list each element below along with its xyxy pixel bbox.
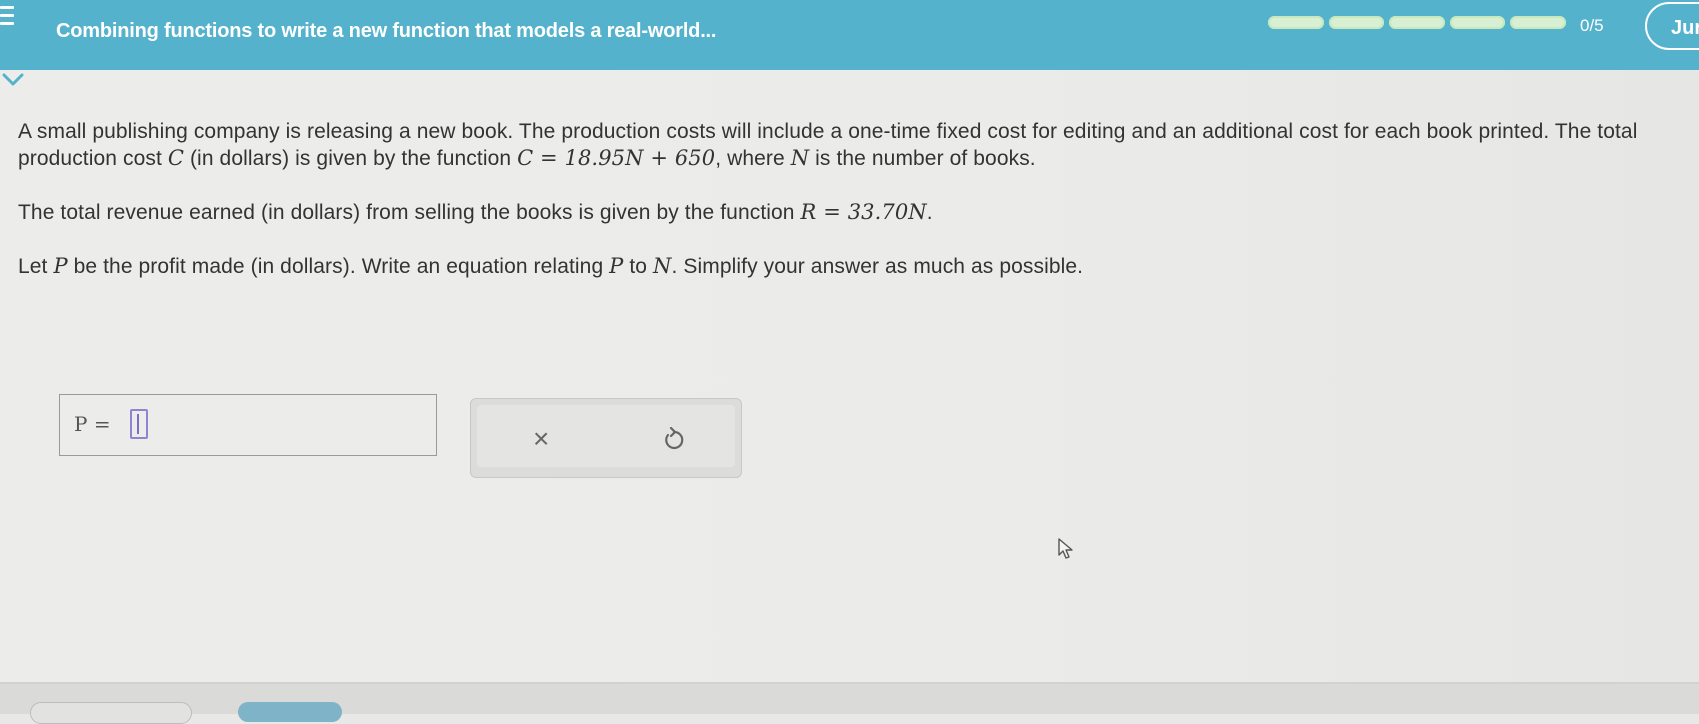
- chevron-down-icon[interactable]: [2, 72, 24, 88]
- answer-box[interactable]: P =: [59, 394, 437, 456]
- text: The total revenue earned (in dollars) fr…: [18, 201, 801, 224]
- text: .: [926, 201, 933, 224]
- menu-icon[interactable]: [0, 6, 18, 28]
- mouse-cursor-icon: [1058, 538, 1073, 559]
- math-var: N: [790, 146, 810, 170]
- math-equation: C = 18.95N + 650: [517, 146, 716, 170]
- jump-button[interactable]: Jur: [1645, 2, 1699, 50]
- answer-tools: ×: [470, 398, 742, 478]
- problem-statement: A small publishing company is releasing …: [18, 118, 1688, 307]
- problem-paragraph-3: Let P be the profit made (in dollars). W…: [18, 253, 1688, 280]
- progress-segment: [1389, 16, 1445, 29]
- problem-paragraph-2: The total revenue earned (in dollars) fr…: [18, 199, 1688, 226]
- score-counter: 0/5: [1580, 16, 1604, 35]
- progress-bar: [1268, 16, 1566, 29]
- page-title: Combining functions to write a new funct…: [56, 20, 717, 42]
- undo-icon[interactable]: [663, 427, 685, 453]
- math-var: C: [167, 146, 185, 170]
- progress-segment: [1449, 16, 1506, 29]
- text: is the number of books.: [809, 147, 1036, 170]
- text: , where: [715, 147, 791, 170]
- tools-panel: ×: [477, 405, 735, 467]
- text: to: [623, 255, 653, 278]
- math-equation: R = 33.70N: [800, 200, 927, 224]
- clear-button[interactable]: ×: [533, 423, 549, 455]
- main-content: A small publishing company is releasing …: [0, 70, 1699, 682]
- bottom-secondary-button[interactable]: [30, 702, 192, 724]
- problem-paragraph-1: A small publishing company is releasing …: [18, 118, 1688, 172]
- top-header: Combining functions to write a new funct…: [0, 0, 1699, 70]
- text: be the profit made (in dollars). Write a…: [67, 255, 610, 278]
- answer-label: P =: [74, 412, 111, 436]
- text: Let: [18, 255, 54, 278]
- math-var: P: [609, 254, 624, 278]
- bottom-primary-button[interactable]: [238, 702, 342, 722]
- bottom-bar: [0, 682, 1699, 724]
- math-var: N: [653, 254, 672, 278]
- progress-segment: [1268, 16, 1324, 29]
- text: . Simplify your answer as much as possib…: [671, 255, 1084, 278]
- math-var: P: [53, 254, 68, 278]
- answer-input[interactable]: [130, 409, 148, 439]
- progress-segment: [1328, 16, 1385, 29]
- progress-segment: [1510, 16, 1566, 29]
- text: (in dollars) is given by the function: [184, 147, 518, 170]
